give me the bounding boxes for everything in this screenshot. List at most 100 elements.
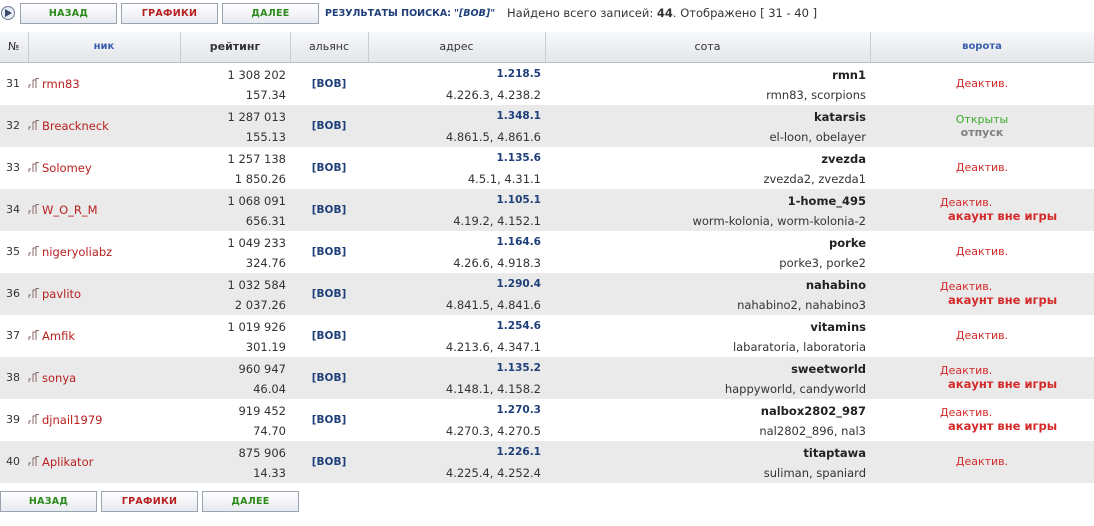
table-row: 35 nigeryoliabz 1 049 233 324.76 [BOB] 1.164.… bbox=[0, 230, 1094, 273]
rating-cell: 1 032 584 2 037.26 bbox=[180, 272, 290, 315]
shown-range: . Отображено [ 31 - 40 ] bbox=[672, 6, 818, 20]
address-main-link[interactable]: 1.270.3 bbox=[372, 404, 541, 416]
table-row: 32 Breackneck 1 287 013 155.13 [BOB] 1.348.1 4… bbox=[0, 104, 1094, 147]
rating-cell: 1 257 138 1 850.26 bbox=[180, 146, 290, 189]
alliance-link[interactable]: [BOB] bbox=[312, 372, 347, 384]
address-other: 4.5.1, 4.31.1 bbox=[467, 171, 541, 186]
next-button[interactable]: ДАЛЕЕ bbox=[222, 3, 319, 24]
sota-main: titaptawa bbox=[803, 445, 866, 460]
address-main-link[interactable]: 1.164.6 bbox=[372, 236, 541, 248]
address-main-link[interactable]: 1.135.2 bbox=[372, 362, 541, 374]
header-nick[interactable]: ник bbox=[28, 32, 181, 63]
player-flag-icon bbox=[28, 162, 41, 173]
found-count-text: Найдено всего записей: 44. Отображено [ … bbox=[507, 6, 817, 20]
address-cell: 1.135.2 4.148.1, 4.158.2 bbox=[368, 356, 545, 399]
back-button[interactable]: НАЗАД bbox=[20, 3, 117, 24]
alliance-link[interactable]: [BOB] bbox=[312, 330, 347, 342]
player-flag-icon bbox=[28, 78, 41, 89]
sota-other: rmn83, scorpions bbox=[766, 87, 866, 102]
gate-offline-note: акаунт вне игры bbox=[948, 293, 1058, 307]
sota-cell: titaptawa suliman, spaniard bbox=[545, 440, 870, 483]
alliance-link[interactable]: [BOB] bbox=[312, 288, 347, 300]
search-query: "[BOB]" bbox=[454, 8, 496, 19]
header-rating[interactable]: рейтинг bbox=[180, 32, 291, 63]
player-nick-link[interactable]: sonya bbox=[42, 371, 76, 385]
alliance-link[interactable]: [BOB] bbox=[312, 120, 347, 132]
bottom-back-button[interactable]: НАЗАД bbox=[0, 491, 97, 512]
player-nick-link[interactable]: nigeryoliabz bbox=[42, 245, 112, 259]
player-nick-link[interactable]: Aplikator bbox=[42, 455, 93, 469]
rating-value: 919 452 bbox=[238, 403, 286, 418]
sota-cell: nalbox2802_987 nal2802_896, nal3 bbox=[545, 398, 870, 441]
gate-cell: Деактив. bbox=[870, 146, 1094, 189]
alliance-link[interactable]: [BOB] bbox=[312, 456, 347, 468]
alliance-link[interactable]: [BOB] bbox=[312, 204, 347, 216]
rating-secondary: 155.13 bbox=[245, 129, 286, 144]
gate-status: Деактив. акаунт вне игры bbox=[870, 273, 1094, 315]
rating-value: 875 906 bbox=[238, 445, 286, 460]
search-results-label: РЕЗУЛЬТАТЫ ПОИСКА: bbox=[325, 8, 451, 19]
table-row: 36 pavlito 1 032 584 2 037.26 [BOB] 1.290.4 4.… bbox=[0, 272, 1094, 315]
player-nick-link[interactable]: Solomey bbox=[42, 161, 92, 175]
sota-main: zvezda bbox=[821, 151, 866, 166]
sota-main: 1-home_495 bbox=[787, 193, 866, 208]
player-flag-icon bbox=[28, 330, 41, 341]
player-nick-link[interactable]: pavlito bbox=[42, 287, 81, 301]
address-cell: 1.105.1 4.19.2, 4.152.1 bbox=[368, 188, 545, 231]
header-gate[interactable]: ворота bbox=[870, 32, 1094, 63]
gate-cell: Деактив. bbox=[870, 62, 1094, 105]
play-circle-icon[interactable] bbox=[1, 6, 15, 20]
address-main-link[interactable]: 1.105.1 bbox=[372, 194, 541, 206]
sota-other: suliman, spaniard bbox=[763, 465, 866, 480]
gate-cell: Деактив. акаунт вне игры bbox=[870, 356, 1094, 399]
gate-cell: Деактив. bbox=[870, 314, 1094, 357]
sota-other: labaratoria, laboratoria bbox=[732, 339, 866, 354]
alliance-link[interactable]: [BOB] bbox=[312, 414, 347, 426]
address-main-link[interactable]: 1.135.6 bbox=[372, 152, 541, 164]
gate-vacation-text: отпуск bbox=[960, 125, 1004, 139]
address-main-link[interactable]: 1.348.1 bbox=[372, 110, 541, 122]
header-address[interactable]: адрес bbox=[368, 32, 546, 63]
gate-deactivated-text: Деактив. bbox=[940, 280, 993, 293]
sota-cell: 1-home_495 worm-kolonia, worm-kolonia-2 bbox=[545, 188, 870, 231]
rating-cell: 1 019 926 301.19 bbox=[180, 314, 290, 357]
sota-main: sweetworld bbox=[791, 361, 866, 376]
player-nick-link[interactable]: rmn83 bbox=[42, 77, 80, 91]
header-alliance[interactable]: альянс bbox=[290, 32, 369, 63]
gate-cell: Деактив. bbox=[870, 440, 1094, 483]
address-cell: 1.270.3 4.270.3, 4.270.5 bbox=[368, 398, 545, 441]
header-sota[interactable]: сота bbox=[545, 32, 871, 63]
player-nick-link[interactable]: Amfik bbox=[42, 329, 75, 343]
player-nick-link[interactable]: Breackneck bbox=[42, 119, 109, 133]
sota-other: zvezda2, zvezda1 bbox=[763, 171, 866, 186]
results-table: № ник рейтинг альянс адрес сота ворота 3… bbox=[0, 32, 1094, 483]
player-nick-link[interactable]: djnail1979 bbox=[42, 413, 103, 427]
player-nick-link[interactable]: W_O_R_M bbox=[42, 203, 98, 217]
alliance-cell: [BOB] bbox=[290, 356, 368, 399]
gate-deactivated-text: Деактив. bbox=[955, 245, 1009, 258]
alliance-cell: [BOB] bbox=[290, 146, 368, 189]
gate-deactivated-text: Деактив. bbox=[940, 406, 993, 419]
charts-button[interactable]: ГРАФИКИ bbox=[121, 3, 218, 24]
address-other: 4.213.6, 4.347.1 bbox=[445, 339, 541, 354]
address-main-link[interactable]: 1.218.5 bbox=[372, 68, 541, 80]
alliance-cell: [BOB] bbox=[290, 104, 368, 147]
row-number: 34 bbox=[0, 188, 28, 231]
sota-cell: nahabino nahabino2, nahabino3 bbox=[545, 272, 870, 315]
address-main-link[interactable]: 1.226.1 bbox=[372, 446, 541, 458]
alliance-link[interactable]: [BOB] bbox=[312, 162, 347, 174]
gate-offline-note: акаунт вне игры bbox=[948, 209, 1058, 223]
address-main-link[interactable]: 1.254.6 bbox=[372, 320, 541, 332]
alliance-link[interactable]: [BOB] bbox=[312, 78, 347, 90]
table-row: 33 Solomey 1 257 138 1 850.26 [BOB] 1.135.6 4.… bbox=[0, 146, 1094, 189]
alliance-cell: [BOB] bbox=[290, 314, 368, 357]
gate-status: Деактив. акаунт вне игры bbox=[870, 189, 1094, 231]
header-num: № bbox=[0, 32, 29, 63]
rating-cell: 1 287 013 155.13 bbox=[180, 104, 290, 147]
gate-deactivated-text: Деактив. bbox=[955, 455, 1009, 468]
bottom-next-button[interactable]: ДАЛЕЕ bbox=[202, 491, 299, 512]
bottom-charts-button[interactable]: ГРАФИКИ bbox=[101, 491, 198, 512]
address-main-link[interactable]: 1.290.4 bbox=[372, 278, 541, 290]
gate-deactivated-text: Деактив. bbox=[940, 364, 993, 377]
alliance-link[interactable]: [BOB] bbox=[312, 246, 347, 258]
